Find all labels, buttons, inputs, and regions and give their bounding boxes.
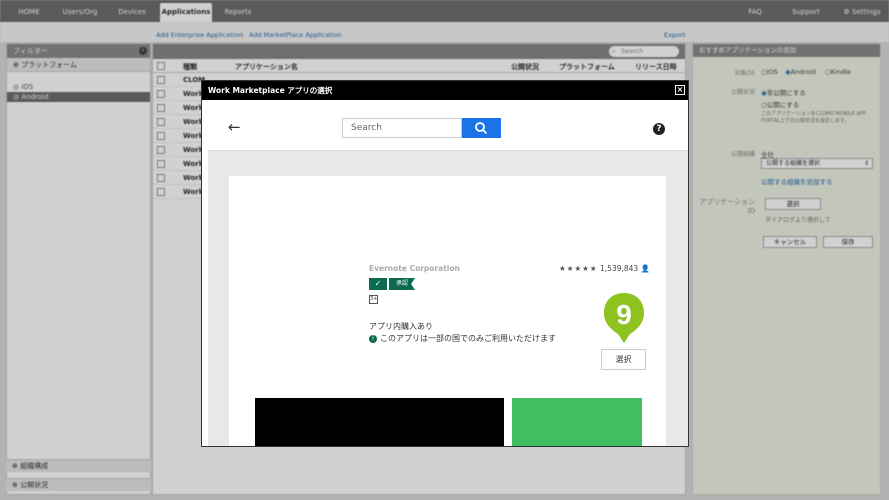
step-number: 9 — [616, 299, 632, 330]
screenshot-1[interactable] — [255, 398, 504, 446]
marketplace-frame: ← Search ? Evernote Corporation ★★★★★ 1,… — [208, 106, 688, 446]
info-icon: i — [369, 334, 377, 343]
dialog-title-bar: Work Marketplace アプリの選択 × — [202, 81, 688, 100]
country-availability: i このアプリは一部の国でのみご利用いただけます — [369, 333, 556, 344]
search-button[interactable] — [462, 118, 501, 138]
help-icon[interactable]: ? — [653, 123, 665, 135]
person-icon: 👤 — [640, 264, 650, 273]
app-detail-card: Evernote Corporation ★★★★★ 1,539,843 👤 ✓… — [229, 176, 666, 446]
star-rating-icon: ★★★★★ — [559, 264, 598, 273]
rating-count: 1,539,843 — [600, 264, 639, 273]
search-icon — [475, 122, 488, 135]
screenshot-2[interactable] — [512, 398, 642, 446]
select-app-button[interactable]: 選択 — [601, 349, 646, 370]
marketplace-header: ← Search ? — [208, 106, 688, 151]
developer-name[interactable]: Evernote Corporation — [369, 264, 460, 273]
marketplace-search-input[interactable]: Search — [342, 118, 462, 138]
app-rating: ★★★★★ 1,539,843 👤 — [559, 264, 650, 273]
dialog-title: Work Marketplace アプリの選択 — [208, 86, 333, 95]
close-icon[interactable]: × — [675, 85, 685, 95]
step-marker-icon: 9 — [604, 293, 644, 343]
marketplace-dialog: Work Marketplace アプリの選択 × ← Search ? Eve… — [201, 80, 689, 447]
in-app-purchase-note: アプリ内購入あり — [369, 322, 433, 331]
approved-badge: ✓ 承認 — [369, 278, 417, 290]
checkmark-icon: ✓ — [369, 278, 387, 290]
back-arrow-icon[interactable]: ← — [228, 118, 241, 136]
approved-label: 承認 — [389, 278, 415, 290]
content-rating-icon: 3+ — [369, 295, 378, 304]
